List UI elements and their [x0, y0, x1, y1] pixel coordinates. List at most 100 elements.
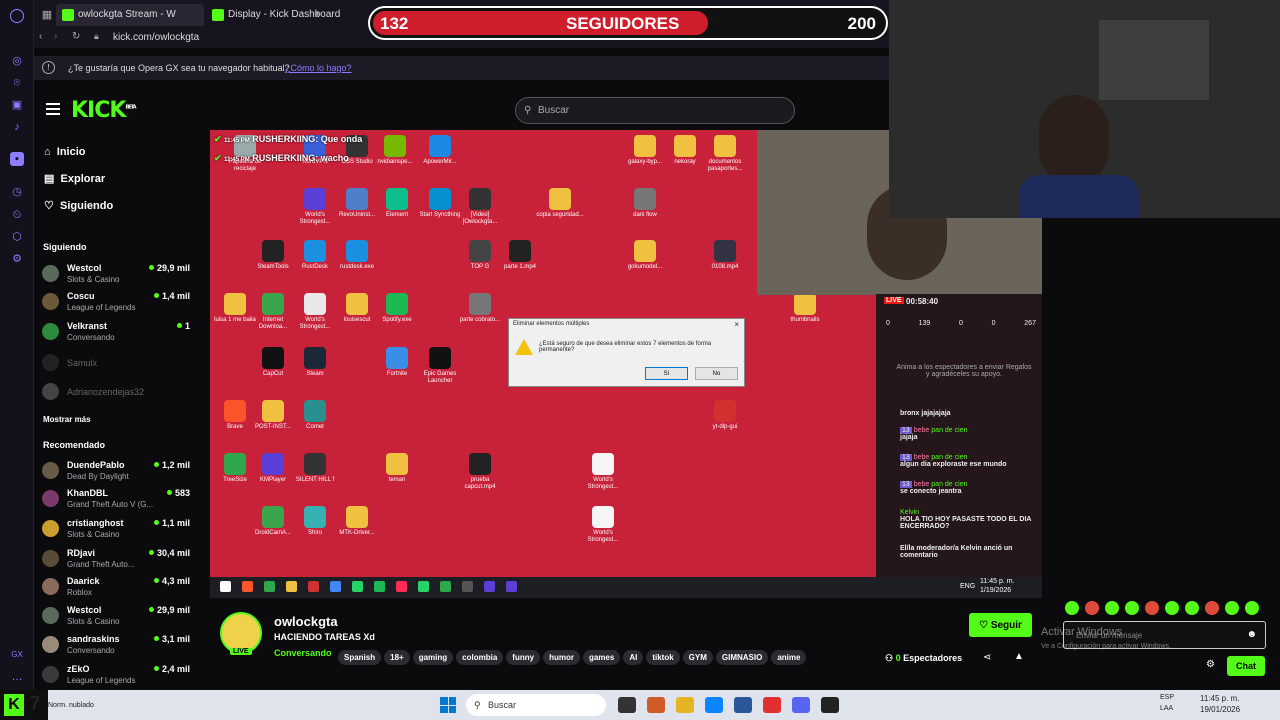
search-input[interactable]: ⚲ Buscar [515, 97, 795, 124]
stream-taskbar-app-icon [418, 581, 429, 592]
emote-icon[interactable] [1145, 601, 1159, 615]
reload-icon[interactable]: ↻ [72, 31, 80, 42]
emote-icon[interactable] [1125, 601, 1139, 615]
emote-icon[interactable] [1065, 601, 1079, 615]
instagram-icon[interactable]: ▣ [10, 98, 24, 112]
taskbar-search[interactable]: ⚲ Buscar [466, 694, 606, 716]
desktop-icon-image [429, 347, 451, 369]
following-channel[interactable]: Westcol Slots & Casino 29,9 mil [42, 263, 202, 289]
recommended-channel[interactable]: cristianghost Slots & Casino 1,1 mil [42, 518, 202, 544]
recommended-channel[interactable]: zEkO League of Legends 2,4 mil [42, 664, 202, 690]
following-channel[interactable]: Coscu League of Legends 1,4 mil [42, 291, 202, 317]
emoji-icon[interactable]: ☻ [1246, 629, 1257, 640]
delete-confirm-dialog: Eliminar elementos múltiples × ¿Está seg… [508, 318, 745, 387]
show-more-link[interactable]: Mostrar más [43, 415, 91, 424]
channel-name[interactable]: owlockgta [274, 614, 338, 629]
recommended-channel[interactable]: RDjavi Grand Theft Auto... 30,4 mil [42, 548, 202, 574]
desktop-icon: yt-dlp-gui [700, 400, 750, 431]
share-icon[interactable]: ⋖ [983, 652, 991, 663]
emote-icon[interactable] [1105, 601, 1119, 615]
stream-taskbar-time: 11:45 p. m. [980, 578, 1015, 585]
recommended-channel[interactable]: DuendePablo Dead By Daylight 1,2 mil [42, 460, 202, 486]
info-icon: ! [42, 61, 55, 74]
desktop-icon-image [429, 135, 451, 157]
emote-icon[interactable] [1185, 601, 1199, 615]
desktop-icon-image [304, 188, 326, 210]
chat-send-button[interactable]: Chat [1227, 656, 1265, 676]
taskbar-app-icon[interactable] [734, 697, 752, 713]
twitch-icon[interactable]: ⌾ [10, 76, 24, 90]
following-channel-offline[interactable]: Samulx [42, 352, 202, 378]
report-icon[interactable]: ▲ [1014, 651, 1024, 662]
desktop-icon-image [304, 240, 326, 262]
music-icon[interactable]: ♪ [10, 120, 24, 134]
stream-tag[interactable]: tiktok [646, 650, 680, 665]
emote-icon[interactable] [1085, 601, 1099, 615]
gx-icon[interactable]: GX [10, 648, 24, 662]
following-channel[interactable]: Velkranst Conversando 1 [42, 321, 202, 347]
stream-tag[interactable]: Spanish [338, 650, 382, 665]
stream-tag[interactable]: GIMNASIO [715, 650, 769, 665]
stream-tag[interactable]: GYM [682, 650, 713, 665]
recommended-channel[interactable]: Daarick Roblox 4,3 mil [42, 576, 202, 602]
dialog-no-button[interactable]: No [695, 367, 738, 380]
stream-tag[interactable]: gaming [412, 650, 454, 665]
stream-category[interactable]: Conversando [274, 648, 332, 658]
stream-tag[interactable]: games [582, 650, 621, 665]
close-icon[interactable]: × [734, 320, 739, 329]
tab-grid-icon[interactable]: ▦ [40, 8, 54, 22]
stream-tag[interactable]: colombia [456, 650, 504, 665]
notice-link[interactable]: ¿Cómo lo hago? [285, 63, 352, 73]
stream-tags: Spanish 18+ gaming colombia funny humor games A… [338, 647, 809, 665]
following-channel-offline[interactable]: Adrianozendejas32 [42, 381, 202, 407]
twitch-panel-icon[interactable]: ▪ [10, 152, 24, 166]
taskbar-app-icon[interactable] [705, 697, 723, 713]
stream-tag[interactable]: funny [506, 650, 541, 665]
back-icon[interactable]: ‹ [39, 31, 42, 42]
chat-settings-icon[interactable]: ⚙ [1206, 659, 1215, 670]
stream-tag[interactable]: 18+ [384, 650, 410, 665]
taskbar-app-icon[interactable] [647, 697, 665, 713]
kick-logo[interactable]: KICKBETA [71, 98, 137, 123]
emote-icon[interactable] [1165, 601, 1179, 615]
stream-tag[interactable]: AI [623, 650, 644, 665]
recommended-channel[interactable]: KhanDBL Grand Theft Auto V (G... 583 [42, 488, 202, 514]
taskbar-app-icon[interactable] [792, 697, 810, 713]
messenger-icon[interactable]: ◎ [10, 54, 24, 68]
nav-inicio[interactable]: ⌂ Inicio [44, 146, 86, 158]
clock-icon[interactable]: ⏲ [10, 208, 24, 222]
desktop-icon-image [346, 506, 368, 528]
hamburger-menu-icon[interactable] [46, 103, 60, 115]
taskbar-app-icon[interactable] [618, 697, 636, 713]
taskbar-app-icon[interactable] [676, 697, 694, 713]
taskbar-app-icon[interactable] [763, 697, 781, 713]
settings-icon[interactable]: ⚙ [10, 252, 24, 266]
desktop-icon: thumbnails [780, 293, 830, 324]
tab-kick-dashboard[interactable]: Display - Kick Dashboard [206, 4, 346, 26]
desktop-icon-image [634, 135, 656, 157]
opera-gx-menu-icon[interactable] [10, 9, 24, 23]
forward-icon[interactable]: › [54, 31, 57, 42]
taskbar-app-icon[interactable] [821, 697, 839, 713]
emote-icon[interactable] [1205, 601, 1219, 615]
desktop-icon: parte cobrato... [455, 293, 505, 324]
history-icon[interactable]: ◷ [10, 185, 24, 199]
new-tab-button[interactable]: + [314, 7, 321, 21]
stream-tag[interactable]: humor [543, 650, 580, 665]
search-icon: ⚲ [474, 700, 481, 710]
recommended-channel[interactable]: sandraskins Conversando 3,1 mil [42, 634, 202, 660]
nav-siguiendo[interactable]: ♡ Siguiendo [44, 199, 113, 212]
cube-icon[interactable]: ⬡ [10, 230, 24, 244]
windows-start-icon[interactable] [440, 697, 456, 713]
dialog-yes-button[interactable]: Sí [645, 367, 688, 380]
tab-owlockgta-stream[interactable]: owlockgta Stream - W [56, 4, 204, 26]
url-field[interactable]: kick.com/owlockgta [113, 32, 199, 43]
emote-icon[interactable] [1245, 601, 1259, 615]
follow-button[interactable]: ♡ Seguir [969, 613, 1032, 637]
nav-explorar[interactable]: ▤ Explorar [44, 172, 105, 185]
stream-tag[interactable]: anime [771, 650, 807, 665]
recommended-channel[interactable]: Westcol Slots & Casino 29,9 mil [42, 605, 202, 631]
emote-icon[interactable] [1225, 601, 1239, 615]
desktop-icon: copia seguridad... [535, 188, 585, 219]
more-icon[interactable]: … [10, 670, 24, 684]
